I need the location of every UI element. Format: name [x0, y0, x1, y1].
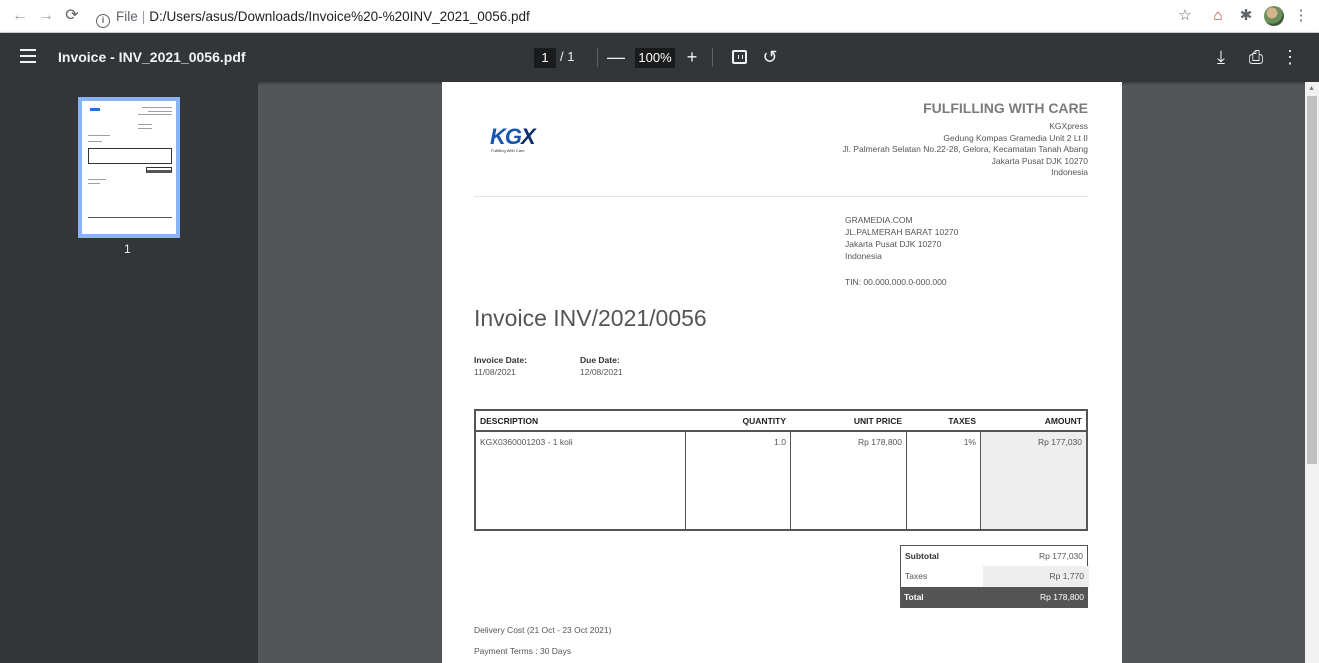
url-path: D:/Users/asus/Downloads/Invoice%20-%20IN… — [149, 9, 530, 24]
taxes-row: Taxes Rp 1,770 — [900, 566, 1089, 587]
totals-table: Subtotal Rp 177,030 Taxes Rp 1,770 Total… — [900, 545, 1089, 608]
company-line: KGXpress — [1049, 121, 1088, 131]
due-date-value: 12/08/2021 — [580, 367, 623, 377]
header-divider — [474, 196, 1088, 197]
page-thumbnail[interactable] — [78, 97, 180, 238]
customer-address: GRAMEDIA.COM JL.PALMERAH BARAT 10270 Jak… — [845, 214, 958, 287]
invoice-date-value: 11/08/2021 — [474, 367, 516, 377]
forward-arrow-icon[interactable]: → — [36, 6, 56, 26]
row-taxes: 1% — [963, 437, 976, 447]
total-row: Total Rp 178,800 — [900, 587, 1088, 608]
pdf-toolbar: Invoice - INV_2021_0056.pdf 1 / 1 — 100%… — [0, 33, 1319, 82]
url-separator: | — [141, 9, 146, 24]
zoom-out-icon[interactable]: — — [605, 46, 627, 68]
company-line: Gedung Kompas Gramedia Unit 2 Lt II — [943, 132, 1088, 143]
toolbar-divider — [597, 48, 598, 67]
invoice-date-label: Invoice Date: — [474, 355, 527, 365]
row-description: KGX0360001203 - 1 koli — [480, 437, 573, 447]
header-taxes: TAXES — [948, 416, 976, 426]
bookmark-star-icon[interactable]: ☆ — [1176, 7, 1194, 25]
company-address: FULFILLING WITH CARE KGXpress Gedung Kom… — [842, 100, 1088, 179]
page-number-input[interactable]: 1 — [534, 48, 556, 68]
extension-house-icon[interactable]: ⌂ — [1209, 7, 1227, 25]
taxes-label: Taxes — [905, 571, 928, 581]
pdf-page: KGX Fulfilling With Care FULFILLING WITH… — [442, 82, 1122, 663]
thumbnail-page-number: 1 — [124, 242, 131, 256]
subtotal-value: Rp 177,030 — [1039, 551, 1083, 561]
toolbar-divider — [712, 48, 713, 67]
print-icon[interactable]: ⎙ — [1245, 46, 1267, 68]
document-title: Invoice - INV_2021_0056.pdf — [58, 49, 246, 65]
url-bar[interactable]: i File | D:/Users/asus/Downloads/Invoice%20… — [90, 4, 1200, 29]
info-icon[interactable]: i — [96, 14, 110, 28]
browser-address-bar: ← → ⟳ i File | D:/Users/asus/Downloads/Invo… — [0, 0, 1319, 33]
customer-line: Jakarta Pusat DJK 10270 — [845, 239, 942, 249]
total-value: Rp 178,800 — [1040, 592, 1084, 602]
more-actions-icon[interactable]: ⋮ — [1279, 46, 1301, 68]
scrollbar-thumb[interactable] — [1307, 96, 1317, 464]
page-total: / 1 — [560, 49, 575, 64]
row-quantity: 1.0 — [774, 437, 786, 447]
row-unit-price: Rp 178,800 — [858, 437, 902, 447]
customer-line: GRAMEDIA.COM — [845, 215, 913, 225]
browser-menu-icon[interactable]: ⋮ — [1292, 7, 1310, 25]
header-quantity: QUANTITY — [742, 416, 786, 426]
company-line: Jakarta Pusat DJK 10270 — [991, 155, 1088, 166]
company-line: Indonesia — [1051, 167, 1088, 177]
extensions-puzzle-icon[interactable]: ✱ — [1237, 7, 1255, 25]
due-date-label: Due Date: — [580, 355, 620, 365]
scroll-up-arrow-icon[interactable]: ▲ — [1308, 85, 1315, 92]
row-amount: Rp 177,030 — [1038, 437, 1082, 447]
customer-line: JL.PALMERAH BARAT 10270 — [845, 227, 959, 237]
thumbnail-sidebar: 1 — [0, 82, 258, 663]
company-logo: KGX Fulfilling With Care — [490, 124, 536, 153]
header-unit-price: UNIT PRICE — [853, 416, 902, 426]
taxes-value: Rp 1,770 — [1049, 571, 1085, 581]
subtotal-label: Subtotal — [905, 551, 939, 561]
invoice-date: Invoice Date: 11/08/2021 — [474, 355, 527, 377]
customer-line: Indonesia — [845, 251, 882, 261]
company-line: Jl. Palmerah Selatan No.22-28, Gelora, K… — [842, 144, 1088, 154]
zoom-in-icon[interactable]: + — [681, 46, 703, 68]
reload-icon[interactable]: ⟳ — [62, 6, 82, 26]
table-header: DESCRIPTION QUANTITY UNIT PRICE TAXES AM… — [476, 411, 1086, 432]
sidebar-menu-icon[interactable] — [20, 49, 36, 63]
rotate-icon[interactable]: ↺ — [759, 46, 781, 68]
delivery-note: Delivery Cost (21 Oct - 23 Oct 2021) — [474, 625, 612, 635]
due-date: Due Date: 12/08/2021 — [580, 355, 623, 377]
total-label: Total — [904, 592, 924, 602]
invoice-lines-table: DESCRIPTION QUANTITY UNIT PRICE TAXES AM… — [474, 409, 1088, 531]
company-motto: FULFILLING WITH CARE — [923, 100, 1088, 116]
back-arrow-icon[interactable]: ← — [10, 6, 30, 26]
subtotal-row: Subtotal Rp 177,030 — [900, 545, 1088, 566]
header-description: DESCRIPTION — [480, 416, 539, 426]
fit-to-page-icon[interactable] — [732, 50, 747, 64]
header-amount: AMOUNT — [1044, 416, 1082, 426]
url-scheme: File — [116, 9, 138, 24]
payment-terms: Payment Terms : 30 Days — [474, 646, 572, 656]
invoice-title: Invoice INV/2021/0056 — [474, 305, 707, 331]
vertical-scrollbar[interactable]: ▲ — [1305, 82, 1319, 663]
profile-avatar[interactable] — [1264, 6, 1284, 26]
customer-tin: TIN: 00.000.000.0-000.000 — [845, 277, 947, 287]
download-icon[interactable]: ⤓ — [1210, 46, 1232, 68]
zoom-level-input[interactable]: 100% — [635, 48, 675, 68]
